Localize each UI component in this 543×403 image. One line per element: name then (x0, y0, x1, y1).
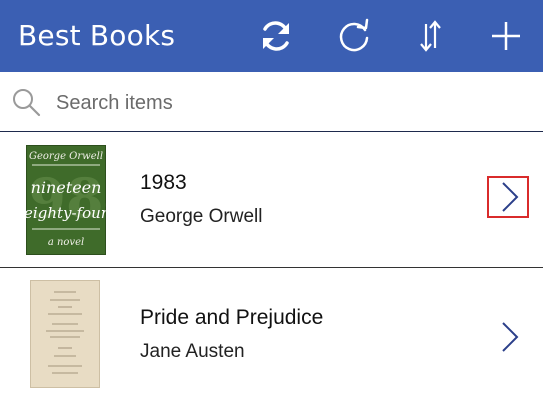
search-input[interactable] (54, 86, 518, 120)
refresh-icon (263, 21, 289, 51)
reload-button[interactable] (332, 14, 376, 58)
book-cover-1984-image: 1984 George Orwell nineteen eighty-four … (26, 145, 106, 255)
add-button[interactable] (484, 14, 528, 58)
chevron-right-icon (502, 182, 519, 212)
book-cover-pride-and-prejudice-image (30, 280, 100, 388)
app-header: Best Books (0, 0, 543, 72)
chevron-right-icon (502, 322, 519, 352)
item-title: Pride and Prejudice (140, 306, 324, 329)
reload-icon (339, 18, 369, 52)
item-author: George Orwell (140, 206, 263, 227)
search-bar (0, 72, 543, 132)
cover-subtitle: a novel (48, 237, 84, 248)
app-title: Best Books (18, 19, 176, 52)
cover-author: George Orwell (29, 151, 103, 162)
refresh-button[interactable] (254, 14, 298, 58)
add-icon (492, 22, 520, 50)
list-item[interactable]: Pride and Prejudice Jane Austen (0, 268, 543, 403)
search-icon (13, 89, 41, 117)
sort-button[interactable] (408, 14, 452, 58)
cover-title-line1: nineteen (31, 178, 102, 197)
item-chevron-button[interactable] (487, 176, 529, 218)
item-author: Jane Austen (140, 341, 245, 362)
item-title: 1983 (140, 171, 187, 194)
item-chevron-button[interactable] (487, 316, 529, 358)
sort-icon (420, 20, 441, 52)
list-item[interactable]: 1984 George Orwell nineteen eighty-four … (0, 133, 543, 268)
cover-title-line2: eighty-four (26, 204, 106, 222)
